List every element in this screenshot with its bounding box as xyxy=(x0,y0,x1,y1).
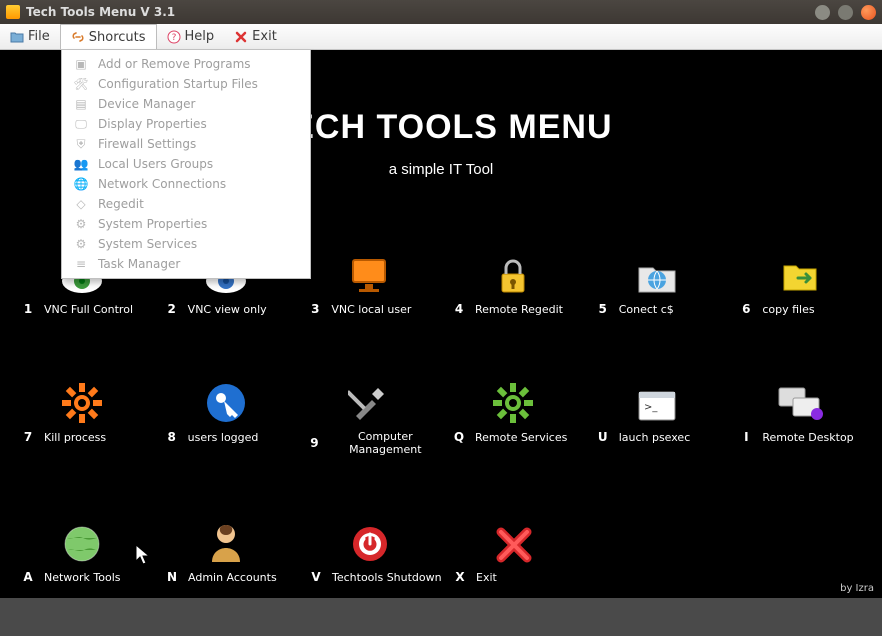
dd-system-services[interactable]: ⚙System Services xyxy=(62,234,310,254)
dd-config-startup[interactable]: 🛠Configuration Startup Files xyxy=(62,74,310,94)
menu-shortcuts[interactable]: Shorcuts xyxy=(60,24,157,49)
globe-icon xyxy=(62,524,102,564)
tool-users-logged[interactable]: 8users logged xyxy=(154,368,298,456)
titlebar: Tech Tools Menu V 3.1 xyxy=(0,0,882,24)
dd-device-manager[interactable]: ▤Device Manager xyxy=(62,94,310,114)
footer-credit: by Izra xyxy=(840,583,874,594)
tool-computer-management[interactable]: 9Computer Management xyxy=(297,368,441,456)
tool-launch-psexec[interactable]: >_ Ulauch psexec xyxy=(585,368,729,456)
gear-icon xyxy=(492,382,534,424)
tool-kill-process[interactable]: 7Kill process xyxy=(10,368,154,456)
tool-exit[interactable]: XExit xyxy=(442,508,586,584)
folder-icon xyxy=(10,30,24,44)
shield-icon: ⛨ xyxy=(74,137,88,151)
tool-admin-accounts[interactable]: NAdmin Accounts xyxy=(154,508,298,584)
tool-techtools-shutdown[interactable]: VTechtools Shutdown xyxy=(298,508,442,584)
link-icon xyxy=(71,30,85,44)
menu-file[interactable]: File xyxy=(0,24,60,49)
monitor-icon xyxy=(347,256,391,296)
dd-firewall-settings[interactable]: ⛨Firewall Settings xyxy=(62,134,310,154)
svg-text:>_: >_ xyxy=(644,402,658,413)
dd-local-users-groups[interactable]: 👥Local Users Groups xyxy=(62,154,310,174)
tools-grid: 1VNC Full Control 2VNC view only 3VNC lo… xyxy=(10,240,872,636)
power-icon xyxy=(350,524,390,564)
close-icon xyxy=(234,30,248,44)
gears-icon: ⚙ xyxy=(74,237,88,251)
app-icon xyxy=(6,5,20,19)
tool-copy-files[interactable]: 6copy files xyxy=(728,240,872,316)
tool-remote-services[interactable]: QRemote Services xyxy=(441,368,585,456)
monitors-icon xyxy=(775,384,825,424)
monitor-icon: 🖵 xyxy=(74,117,88,131)
users-icon: 👥 xyxy=(74,157,88,171)
folder-globe-icon xyxy=(635,258,679,296)
gear-icon: ⚙ xyxy=(74,217,88,231)
cursor-icon xyxy=(135,544,151,566)
svg-text:?: ? xyxy=(171,33,176,43)
dd-task-manager[interactable]: ≡Task Manager xyxy=(62,254,310,274)
close-button[interactable] xyxy=(861,5,876,20)
terminal-icon: >_ xyxy=(635,388,679,424)
window-title: Tech Tools Menu V 3.1 xyxy=(26,5,175,19)
package-icon: ▣ xyxy=(74,57,88,71)
chip-icon: ▤ xyxy=(74,97,88,111)
shortcuts-dropdown: ▣Add or Remove Programs 🛠Configuration S… xyxy=(61,50,311,279)
tool-remote-desktop[interactable]: IRemote Desktop xyxy=(728,368,872,456)
minimize-button[interactable] xyxy=(815,5,830,20)
activity-icon: ≡ xyxy=(74,257,88,271)
user-icon xyxy=(206,522,246,564)
wrench-icon: 🛠 xyxy=(74,77,88,91)
tool-connect-cshare[interactable]: 5Conect c$ xyxy=(585,240,729,316)
dd-display-properties[interactable]: 🖵Display Properties xyxy=(62,114,310,134)
registry-icon: ◇ xyxy=(74,197,88,211)
dd-add-remove-programs[interactable]: ▣Add or Remove Programs xyxy=(62,54,310,74)
menubar: File Shorcuts ? Help Exit xyxy=(0,24,882,50)
key-icon xyxy=(205,382,247,424)
tool-remote-regedit[interactable]: 4Remote Regedit xyxy=(441,240,585,316)
menu-exit[interactable]: Exit xyxy=(224,24,287,49)
gear-icon xyxy=(61,382,103,424)
network-icon: 🌐 xyxy=(74,177,88,191)
lock-icon xyxy=(496,256,530,296)
close-icon xyxy=(495,526,533,564)
folder-arrow-icon xyxy=(778,256,822,296)
content-area: TECH TOOLS MENU a simple IT Tool 1VNC Fu… xyxy=(0,50,882,598)
dd-system-properties[interactable]: ⚙System Properties xyxy=(62,214,310,234)
tools-icon xyxy=(348,382,390,424)
help-icon: ? xyxy=(167,30,181,44)
tool-vnc-local-user[interactable]: 3VNC local user xyxy=(297,240,441,316)
dd-regedit[interactable]: ◇Regedit xyxy=(62,194,310,214)
dd-network-connections[interactable]: 🌐Network Connections xyxy=(62,174,310,194)
tool-network-tools[interactable]: ANetwork Tools xyxy=(10,508,154,584)
maximize-button[interactable] xyxy=(838,5,853,20)
menu-help[interactable]: ? Help xyxy=(157,24,225,49)
